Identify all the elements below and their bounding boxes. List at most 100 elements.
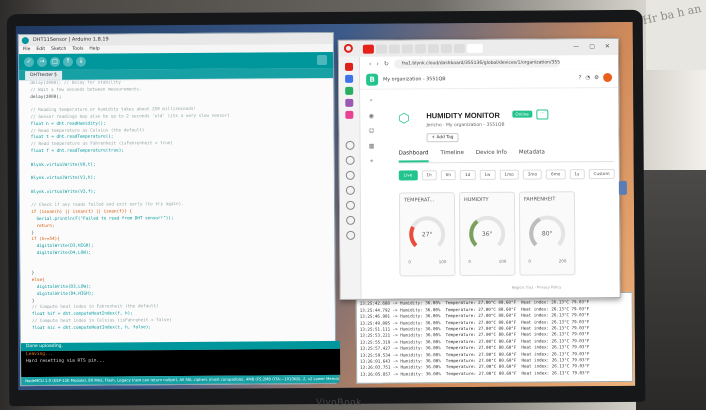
heart-icon[interactable] (345, 215, 355, 225)
tab-timeline[interactable]: Timeline (440, 150, 463, 162)
search-icon[interactable]: ⌕ (360, 97, 382, 105)
ide-title-bar[interactable]: DHT11Sensor | Arduino 1.8.19 (18, 32, 333, 47)
gauge-card[interactable]: HUMIDITY 36° 0 100 (458, 191, 516, 277)
users-icon[interactable]: ☺ (360, 128, 382, 135)
browser-sidebar (338, 56, 362, 299)
org-icon[interactable]: ▦ (361, 143, 383, 150)
avatar[interactable] (603, 72, 613, 83)
instagram-icon[interactable] (345, 110, 354, 119)
gauge-title: TEMPERAT... (403, 197, 435, 204)
owner-name[interactable]: Jericho (426, 123, 441, 128)
gauge-dial: 36° (469, 215, 506, 247)
menu-file[interactable]: File (23, 46, 31, 54)
region-footer: Region: fra1 · Privacy Policy (511, 285, 562, 290)
browser-tab[interactable] (375, 44, 387, 54)
browser-tab[interactable] (440, 43, 452, 53)
ide-console: Leaving... Hard resetting via RTS pin... (21, 348, 341, 378)
time-range-selector: Live 1h 6h 1d 1w 1mo 3mo 6mo 1y Custom (398, 168, 615, 181)
player-icon[interactable] (345, 140, 355, 150)
range-6mo[interactable]: 6mo (546, 169, 566, 180)
add-tag-button[interactable]: + Add Tag (426, 133, 459, 143)
desk-surface (636, 170, 706, 410)
gauge-max: 200 (558, 258, 567, 264)
save-button[interactable]: ↓ (75, 56, 87, 67)
clock-icon[interactable] (345, 185, 355, 195)
gauge-min: 0 (528, 258, 531, 264)
forward-icon[interactable]: › (376, 60, 378, 67)
range-1y[interactable]: 1y (569, 169, 585, 180)
opera-logo-icon[interactable] (343, 43, 353, 53)
side-scroll-button[interactable] (618, 180, 627, 195)
board-info-footer: NodeMCU 1.0 (ESP-12E Module), 80 MHz, Fl… (21, 374, 340, 386)
more-icon[interactable] (345, 230, 355, 240)
opera-sidebar-icon[interactable] (345, 62, 354, 71)
new-sketch-button[interactable]: □ (49, 56, 61, 67)
laptop-brand: VivoBook (316, 397, 362, 407)
window-controls[interactable]: — ▢ ✕ (573, 43, 614, 50)
range-live[interactable]: Live (398, 170, 418, 181)
organization-selector[interactable]: My organization - 3551QB (383, 77, 445, 82)
more-actions-button[interactable]: ··· (536, 109, 549, 120)
help-icon[interactable]: ? (578, 75, 581, 81)
gauge-min: 0 (408, 259, 411, 265)
gauge-card[interactable]: FAHRENHEIT 80° 0 200 (518, 191, 576, 276)
verify-button[interactable]: ✓ (23, 57, 35, 68)
serial-monitor-button[interactable] (316, 54, 328, 66)
arduino-app-icon (21, 37, 29, 45)
gauge-widgets: TEMPERAT... 27° 0 100 HUMIDITY 36° 0 100 FAHRENH… (398, 191, 615, 277)
notification-icon[interactable]: ◔ (585, 75, 590, 81)
menu-tools[interactable]: Tools (72, 46, 83, 54)
devices-icon[interactable]: ◉ (360, 113, 382, 120)
serial-line: 13:26:05.857 -> Humidity: 36.00% Tempera… (360, 369, 590, 377)
range-1h[interactable]: 1h (421, 170, 437, 181)
browser-window: — ▢ ✕ ‹ › ↻ fra1.blynk.cloud/dashboard/3… (337, 37, 627, 300)
browser-tab[interactable] (414, 43, 426, 53)
blynk-logo[interactable]: B (366, 73, 379, 86)
range-3mo[interactable]: 3mo (522, 169, 543, 180)
browser-tab[interactable] (427, 43, 439, 53)
org-name[interactable]: My organization - 3551QB (446, 123, 505, 128)
gauge-value: 80° (542, 230, 553, 237)
open-button[interactable]: ↑ (62, 56, 74, 67)
range-1d[interactable]: 1d (459, 169, 476, 181)
menu-help[interactable]: Help (89, 46, 99, 54)
reload-icon[interactable]: ↻ (384, 60, 389, 67)
back-icon[interactable]: ‹ (369, 60, 371, 67)
arduino-ide-window: DHT11Sensor | Arduino 1.8.19 File Edit S… (17, 31, 341, 387)
device-meta: Jericho · My organization - 3551QB (426, 123, 504, 129)
tab-dashboard[interactable]: Dashboard (398, 150, 429, 163)
history-icon[interactable] (345, 170, 355, 180)
ide-toolbar: ✓ → □ ↑ ↓ (18, 51, 334, 71)
menu-sketch[interactable]: Sketch (51, 46, 66, 54)
sketch-tab[interactable]: DHTtester § (25, 70, 62, 81)
menu-edit[interactable]: Edit (36, 46, 45, 54)
upload-button[interactable]: → (36, 56, 48, 68)
location-icon[interactable]: ⌖ (361, 158, 383, 166)
range-1w[interactable]: 1w (479, 169, 496, 180)
box-icon[interactable] (345, 200, 355, 210)
device-title: HUMIDITY MONITOR (426, 110, 500, 121)
gauge-title: FAHRENHEIT (523, 196, 556, 203)
tab-metadata[interactable]: Metadata (519, 149, 545, 161)
chat-app-icon[interactable] (345, 98, 354, 107)
device-header: ⬡ HUMIDITY MONITOR Online ··· Jericho · … (398, 107, 613, 148)
range-1mo[interactable]: 1mo (499, 169, 519, 180)
browser-tab[interactable] (401, 43, 413, 53)
serial-monitor-output[interactable]: 13:25:40.584 -> Humidity: 36.00% Tempera… (355, 291, 634, 384)
whatsapp-icon[interactable] (345, 86, 354, 95)
tab-device-info[interactable]: Device Info (476, 150, 507, 162)
browser-tab[interactable] (453, 43, 465, 53)
code-editor[interactable]: delay(2000); // Delay for stability // W… (19, 78, 335, 344)
settings-icon[interactable]: ⚙ (594, 75, 599, 81)
browser-tab-strip: — ▢ ✕ (338, 38, 618, 57)
range-6h[interactable]: 6h (440, 170, 457, 181)
url-field[interactable]: fra1.blynk.cloud/dashboard/355136/global… (393, 57, 560, 69)
browser-tab[interactable] (388, 43, 400, 54)
gauge-value: 36° (482, 231, 493, 238)
send-icon[interactable] (345, 155, 355, 165)
messenger-icon[interactable] (345, 74, 354, 83)
gauge-card[interactable]: TEMPERAT... 27° 0 100 (398, 192, 456, 277)
browser-tab[interactable] (362, 44, 374, 54)
range-custom[interactable]: Custom (588, 168, 615, 180)
browser-tab-active[interactable] (466, 43, 483, 53)
